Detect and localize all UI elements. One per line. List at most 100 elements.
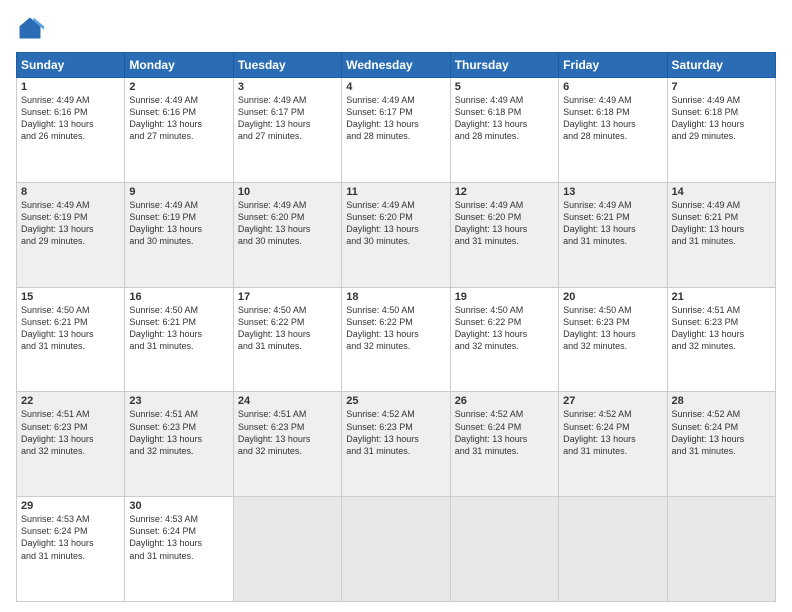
calendar-row-4: 22 Sunrise: 4:51 AM Sunset: 6:23 PM Dayli…: [17, 392, 776, 497]
calendar-cell: [559, 497, 667, 602]
calendar-cell: 25Sunrise: 4:52 AM Sunset: 6:23 PM Dayli…: [342, 392, 450, 497]
calendar-cell: 1Sunrise: 4:49 AM Sunset: 6:16 PM Daylig…: [17, 78, 125, 183]
calendar-cell: 19Sunrise: 4:50 AM Sunset: 6:22 PM Dayli…: [450, 287, 558, 392]
day-info: Sunrise: 4:52 AM Sunset: 6:24 PM Dayligh…: [455, 408, 554, 457]
calendar-cell: 11Sunrise: 4:49 AM Sunset: 6:20 PM Dayli…: [342, 182, 450, 287]
day-info: Sunrise: 4:53 AM Sunset: 6:24 PM Dayligh…: [21, 513, 120, 562]
day-info: Sunrise: 4:50 AM Sunset: 6:22 PM Dayligh…: [455, 304, 554, 353]
weekday-header-saturday: Saturday: [667, 53, 775, 78]
day-info: Sunrise: 4:49 AM Sunset: 6:16 PM Dayligh…: [129, 94, 228, 143]
calendar-cell: 30Sunrise: 4:53 AM Sunset: 6:24 PM Dayli…: [125, 497, 233, 602]
day-number: 14: [672, 186, 771, 198]
calendar-cell: 26Sunrise: 4:52 AM Sunset: 6:24 PM Dayli…: [450, 392, 558, 497]
weekday-header-thursday: Thursday: [450, 53, 558, 78]
weekday-row: SundayMondayTuesdayWednesdayThursdayFrid…: [17, 53, 776, 78]
calendar-cell: 27Sunrise: 4:52 AM Sunset: 6:24 PM Dayli…: [559, 392, 667, 497]
logo-icon: [16, 14, 44, 42]
day-info: Sunrise: 4:49 AM Sunset: 6:21 PM Dayligh…: [563, 199, 662, 248]
calendar-cell: 10Sunrise: 4:49 AM Sunset: 6:20 PM Dayli…: [233, 182, 341, 287]
day-number: 21: [672, 291, 771, 303]
logo: [16, 14, 48, 42]
day-info: Sunrise: 4:50 AM Sunset: 6:21 PM Dayligh…: [129, 304, 228, 353]
calendar-cell: 16Sunrise: 4:50 AM Sunset: 6:21 PM Dayli…: [125, 287, 233, 392]
day-number: 25: [346, 395, 445, 407]
calendar-cell: 21Sunrise: 4:51 AM Sunset: 6:23 PM Dayli…: [667, 287, 775, 392]
day-number: 3: [238, 81, 337, 93]
day-info: Sunrise: 4:52 AM Sunset: 6:24 PM Dayligh…: [672, 408, 771, 457]
day-number: 19: [455, 291, 554, 303]
day-info: Sunrise: 4:49 AM Sunset: 6:20 PM Dayligh…: [455, 199, 554, 248]
day-info: Sunrise: 4:49 AM Sunset: 6:20 PM Dayligh…: [346, 199, 445, 248]
calendar-cell: 7Sunrise: 4:49 AM Sunset: 6:18 PM Daylig…: [667, 78, 775, 183]
calendar-cell: 12Sunrise: 4:49 AM Sunset: 6:20 PM Dayli…: [450, 182, 558, 287]
day-number: 2: [129, 81, 228, 93]
calendar-cell: [667, 497, 775, 602]
weekday-header-tuesday: Tuesday: [233, 53, 341, 78]
day-number: 26: [455, 395, 554, 407]
day-number: 22: [21, 395, 120, 407]
day-number: 17: [238, 291, 337, 303]
calendar-cell: 5Sunrise: 4:49 AM Sunset: 6:18 PM Daylig…: [450, 78, 558, 183]
calendar-cell: 18Sunrise: 4:50 AM Sunset: 6:22 PM Dayli…: [342, 287, 450, 392]
day-number: 5: [455, 81, 554, 93]
calendar-cell: 6Sunrise: 4:49 AM Sunset: 6:18 PM Daylig…: [559, 78, 667, 183]
calendar-cell: 20Sunrise: 4:50 AM Sunset: 6:23 PM Dayli…: [559, 287, 667, 392]
weekday-header-monday: Monday: [125, 53, 233, 78]
day-number: 28: [672, 395, 771, 407]
calendar-cell: 4Sunrise: 4:49 AM Sunset: 6:17 PM Daylig…: [342, 78, 450, 183]
day-number: 20: [563, 291, 662, 303]
calendar-cell: [450, 497, 558, 602]
day-number: 13: [563, 186, 662, 198]
calendar-cell: 24Sunrise: 4:51 AM Sunset: 6:23 PM Dayli…: [233, 392, 341, 497]
day-info: Sunrise: 4:49 AM Sunset: 6:18 PM Dayligh…: [563, 94, 662, 143]
calendar-body: 1Sunrise: 4:49 AM Sunset: 6:16 PM Daylig…: [17, 78, 776, 602]
day-info: Sunrise: 4:51 AM Sunset: 6:23 PM Dayligh…: [238, 408, 337, 457]
weekday-header-wednesday: Wednesday: [342, 53, 450, 78]
calendar-cell: 9Sunrise: 4:49 AM Sunset: 6:19 PM Daylig…: [125, 182, 233, 287]
day-number: 11: [346, 186, 445, 198]
calendar-cell: 3Sunrise: 4:49 AM Sunset: 6:17 PM Daylig…: [233, 78, 341, 183]
day-info: Sunrise: 4:52 AM Sunset: 6:23 PM Dayligh…: [346, 408, 445, 457]
weekday-header-sunday: Sunday: [17, 53, 125, 78]
day-info: Sunrise: 4:49 AM Sunset: 6:19 PM Dayligh…: [21, 199, 120, 248]
day-number: 8: [21, 186, 120, 198]
day-info: Sunrise: 4:49 AM Sunset: 6:18 PM Dayligh…: [455, 94, 554, 143]
day-info: Sunrise: 4:51 AM Sunset: 6:23 PM Dayligh…: [672, 304, 771, 353]
day-info: Sunrise: 4:52 AM Sunset: 6:24 PM Dayligh…: [563, 408, 662, 457]
day-info: Sunrise: 4:50 AM Sunset: 6:22 PM Dayligh…: [346, 304, 445, 353]
day-number: 24: [238, 395, 337, 407]
day-info: Sunrise: 4:50 AM Sunset: 6:21 PM Dayligh…: [21, 304, 120, 353]
day-info: Sunrise: 4:50 AM Sunset: 6:22 PM Dayligh…: [238, 304, 337, 353]
day-number: 30: [129, 500, 228, 512]
calendar-cell: 8Sunrise: 4:49 AM Sunset: 6:19 PM Daylig…: [17, 182, 125, 287]
day-info: Sunrise: 4:53 AM Sunset: 6:24 PM Dayligh…: [129, 513, 228, 562]
calendar-cell: 2Sunrise: 4:49 AM Sunset: 6:16 PM Daylig…: [125, 78, 233, 183]
day-number: 27: [563, 395, 662, 407]
page: SundayMondayTuesdayWednesdayThursdayFrid…: [0, 0, 792, 612]
calendar-row-5: 29Sunrise: 4:53 AM Sunset: 6:24 PM Dayli…: [17, 497, 776, 602]
day-number: 1: [21, 81, 120, 93]
calendar-cell: 13Sunrise: 4:49 AM Sunset: 6:21 PM Dayli…: [559, 182, 667, 287]
day-info: Sunrise: 4:49 AM Sunset: 6:16 PM Dayligh…: [21, 94, 120, 143]
day-number: 23: [129, 395, 228, 407]
calendar-cell: 14Sunrise: 4:49 AM Sunset: 6:21 PM Dayli…: [667, 182, 775, 287]
day-number: 10: [238, 186, 337, 198]
day-info: Sunrise: 4:49 AM Sunset: 6:18 PM Dayligh…: [672, 94, 771, 143]
day-number: 4: [346, 81, 445, 93]
calendar-row-1: 1Sunrise: 4:49 AM Sunset: 6:16 PM Daylig…: [17, 78, 776, 183]
calendar-row-3: 15Sunrise: 4:50 AM Sunset: 6:21 PM Dayli…: [17, 287, 776, 392]
day-number: 9: [129, 186, 228, 198]
day-number: 18: [346, 291, 445, 303]
calendar-cell: 28Sunrise: 4:52 AM Sunset: 6:24 PM Dayli…: [667, 392, 775, 497]
day-number: 29: [21, 500, 120, 512]
header: [16, 14, 776, 42]
day-number: 12: [455, 186, 554, 198]
calendar-cell: [233, 497, 341, 602]
calendar-table: SundayMondayTuesdayWednesdayThursdayFrid…: [16, 52, 776, 602]
day-info: Sunrise: 4:49 AM Sunset: 6:19 PM Dayligh…: [129, 199, 228, 248]
day-info: Sunrise: 4:49 AM Sunset: 6:17 PM Dayligh…: [346, 94, 445, 143]
calendar-cell: 15Sunrise: 4:50 AM Sunset: 6:21 PM Dayli…: [17, 287, 125, 392]
day-number: 16: [129, 291, 228, 303]
calendar-cell: 22Sunrise: 4:51 AM Sunset: 6:23 PM Dayli…: [17, 392, 125, 497]
calendar-cell: 29Sunrise: 4:53 AM Sunset: 6:24 PM Dayli…: [17, 497, 125, 602]
